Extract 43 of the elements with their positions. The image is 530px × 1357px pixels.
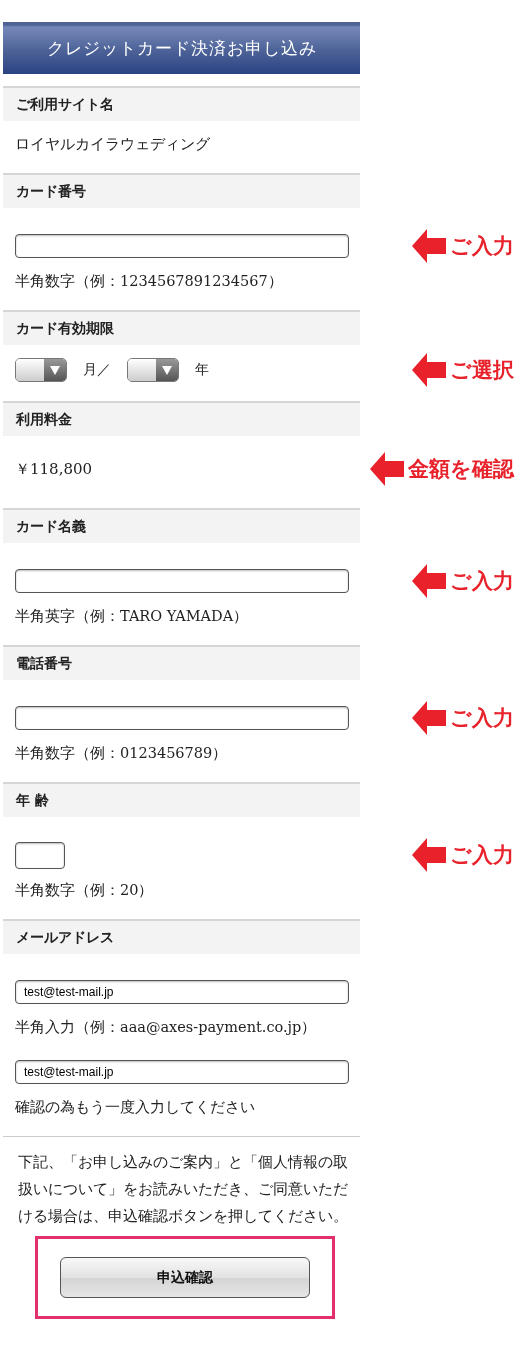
input-field[interactable]: test@test-mail.jp xyxy=(15,980,349,1004)
input-field[interactable] xyxy=(15,706,349,730)
dropdown-arrow-icon xyxy=(162,365,172,375)
left-arrow-icon xyxy=(412,229,446,263)
input-field[interactable] xyxy=(15,841,65,869)
callout-text: ご選択 xyxy=(450,357,514,384)
hint-text: 半角数字（例：0123456789） xyxy=(15,745,228,761)
callout-text: 金額を確認 xyxy=(408,456,514,483)
callout-text: ご入力 xyxy=(450,705,514,732)
month-label: 月／ xyxy=(83,361,111,379)
page-title: クレジットカード決済お申し込み xyxy=(46,36,317,60)
callout-text: ご入力 xyxy=(450,233,514,260)
month-select[interactable] xyxy=(15,358,67,382)
section-header: カード有効期限 xyxy=(3,310,360,345)
section-header: メールアドレス xyxy=(3,919,360,954)
left-arrow-icon xyxy=(370,452,404,486)
dropdown-arrow-icon xyxy=(50,365,60,375)
input-field[interactable]: test@test-mail.jp xyxy=(15,1060,349,1084)
input-field[interactable] xyxy=(15,569,349,593)
year-label: 年 xyxy=(195,361,209,379)
hint-text: 半角英字（例：TARO YAMADA） xyxy=(15,608,249,624)
callout-text: ご入力 xyxy=(450,842,514,869)
callout-text: ご入力 xyxy=(450,568,514,595)
section-header: カード名義 xyxy=(3,508,360,543)
section-header: 電話番号 xyxy=(3,645,360,680)
hint-text: 確認の為もう一度入力してください xyxy=(15,1099,255,1115)
hint-text: 半角入力（例：aaa@axes-payment.co.jp） xyxy=(15,1019,317,1035)
section-header: 利用料金 xyxy=(3,401,360,436)
input-field[interactable] xyxy=(15,234,349,258)
site-name: ロイヤルカイラウェディング xyxy=(15,135,210,153)
hint-text: 半角数字（例：1234567891234567） xyxy=(15,273,283,289)
left-arrow-icon xyxy=(412,564,446,598)
left-arrow-icon xyxy=(412,701,446,735)
section-header: ご利用サイト名 xyxy=(3,86,360,121)
section-header: 年 齢 xyxy=(3,782,360,817)
section-header: カード番号 xyxy=(3,173,360,208)
year-select[interactable] xyxy=(127,358,179,382)
amount-value: ￥118,800 xyxy=(15,460,93,478)
left-arrow-icon xyxy=(412,838,446,872)
hint-text: 半角数字（例：20） xyxy=(15,882,154,898)
confirm-button[interactable]: 申込確認 xyxy=(60,1257,310,1298)
left-arrow-icon xyxy=(412,353,446,387)
notice-text: 下記、「お申し込みのご案内」と「個人情報の取扱いについて」をお読みいただき、ご同意いただける場合は、申込確認ボタンを押してください。 xyxy=(18,1153,349,1226)
